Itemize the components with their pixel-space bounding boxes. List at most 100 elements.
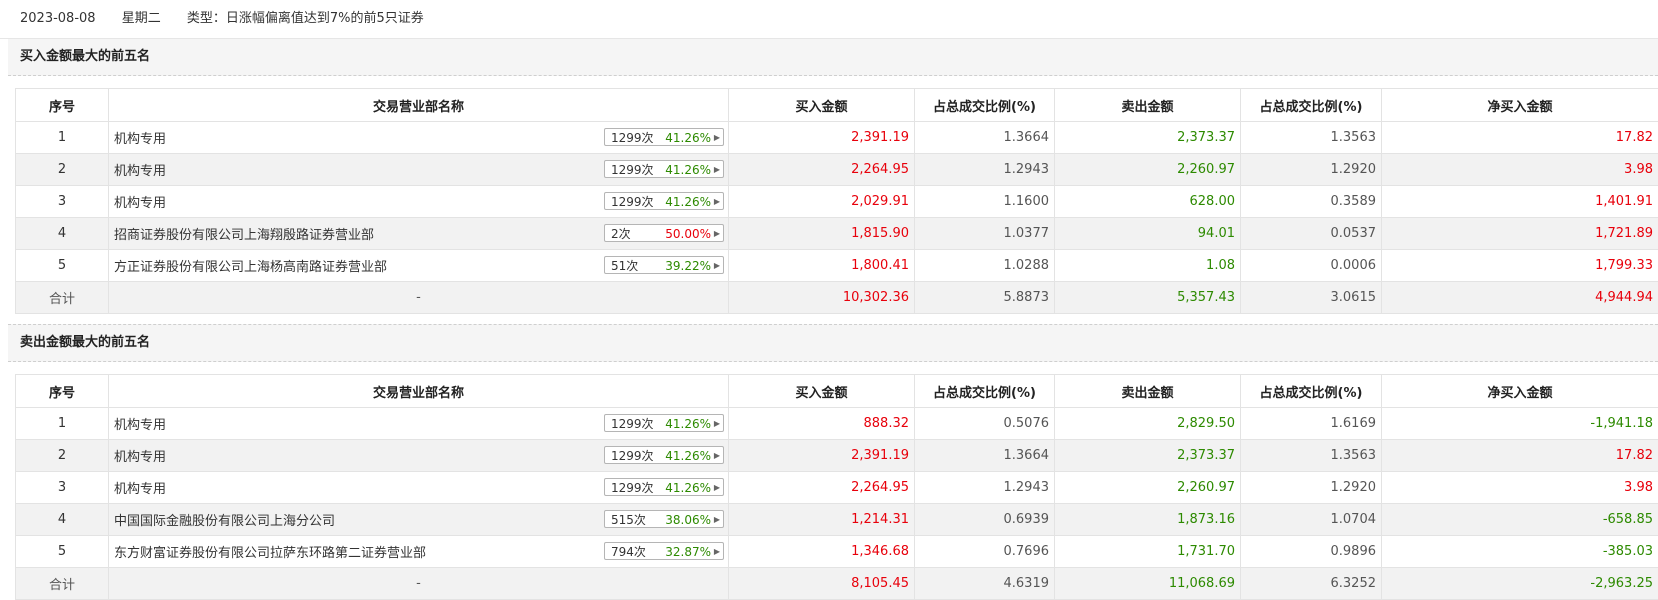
triangle-right-icon[interactable]: ▶	[714, 193, 720, 211]
broker-name[interactable]: 机构专用	[114, 196, 166, 211]
win-rate: 41.26%	[665, 415, 711, 433]
buy-amount-cell: 888.32	[729, 408, 915, 440]
table-row: 5方正证券股份有限公司上海杨高南路证券营业部51次39.22%▶1,800.41…	[16, 250, 1658, 282]
appearance-count: 794次	[611, 543, 646, 561]
total-name: -	[109, 568, 729, 600]
table-row: 2机构专用1299次41.26%▶2,264.951.29432,260.971…	[16, 154, 1658, 186]
triangle-right-icon[interactable]: ▶	[714, 225, 720, 243]
broker-name[interactable]: 机构专用	[114, 164, 166, 179]
buy-top5-table: 序号交易营业部名称买入金额占总成交比例(%)卖出金额占总成交比例(%)净买入金额…	[15, 88, 1658, 314]
triangle-right-icon[interactable]: ▶	[714, 415, 720, 433]
broker-name[interactable]: 机构专用	[114, 418, 166, 433]
weekday: 星期二	[122, 11, 161, 26]
table-header-row: 序号交易营业部名称买入金额占总成交比例(%)卖出金额占总成交比例(%)净买入金额	[16, 375, 1658, 408]
triangle-right-icon[interactable]: ▶	[714, 161, 720, 179]
net-buy-cell: 3.98	[1382, 472, 1658, 504]
win-rate: 41.26%	[665, 193, 711, 211]
broker-name[interactable]: 招商证券股份有限公司上海翔殷路证券营业部	[114, 228, 374, 243]
info-bar: 2023-08-08 星期二 类型：日涨幅偏离值达到7%的前5只证券	[0, 0, 1658, 39]
sell-ratio-cell: 1.2920	[1241, 154, 1382, 186]
broker-name-cell: 机构专用 1299次 41.26%▶	[109, 186, 729, 218]
broker-name[interactable]: 机构专用	[114, 132, 166, 147]
broker-stats-dropdown[interactable]: 51次39.22%▶	[604, 256, 724, 274]
buy-amount-cell: 2,029.91	[729, 186, 915, 218]
appearance-count: 2次	[611, 225, 631, 243]
buy-amount-cell: 1,815.90	[729, 218, 915, 250]
table-row: 1机构专用1299次41.26%▶888.320.50762,829.501.6…	[16, 408, 1658, 440]
buy-ratio-cell: 0.7696	[915, 536, 1055, 568]
broker-name-cell: 招商证券股份有限公司上海翔殷路证券营业部 2次50.00%▶	[109, 218, 729, 250]
broker-name[interactable]: 中国国际金融股份有限公司上海分公司	[114, 514, 335, 529]
sell-ratio-cell: 1.6169	[1241, 408, 1382, 440]
column-header: 占总成交比例(%)	[1241, 89, 1382, 122]
sell-amount-cell: 1,731.70	[1055, 536, 1241, 568]
net-buy-cell: -385.03	[1382, 536, 1658, 568]
broker-name[interactable]: 机构专用	[114, 450, 166, 465]
total-sell-ratio: 3.0615	[1241, 282, 1382, 314]
triangle-right-icon[interactable]: ▶	[714, 257, 720, 275]
win-rate: 32.87%	[665, 543, 711, 561]
rank-cell: 3	[16, 472, 109, 504]
broker-stats-dropdown[interactable]: 1299次41.26%▶	[604, 128, 724, 146]
appearance-count: 1299次	[611, 161, 654, 179]
sell-ratio-cell: 1.3563	[1241, 122, 1382, 154]
table-row: 5东方财富证券股份有限公司拉萨东环路第二证券营业部794次32.87%▶1,34…	[16, 536, 1658, 568]
rank-cell: 1	[16, 408, 109, 440]
broker-stats-dropdown[interactable]: 1299次 41.26%▶	[604, 478, 724, 496]
broker-name-cell: 中国国际金融股份有限公司上海分公司 515次38.06%▶	[109, 504, 729, 536]
total-row: 合计-10,302.365.88735,357.433.06154,944.94	[16, 282, 1658, 314]
triangle-right-icon[interactable]: ▶	[714, 479, 720, 497]
triangle-right-icon[interactable]: ▶	[714, 511, 720, 529]
sell-amount-cell: 1.08	[1055, 250, 1241, 282]
total-sell-ratio: 6.3252	[1241, 568, 1382, 600]
win-rate: 41.26%	[665, 129, 711, 147]
table-row: 2机构专用1299次41.26%▶2,391.191.36642,373.371…	[16, 440, 1658, 472]
sell-amount-cell: 2,260.97	[1055, 154, 1241, 186]
appearance-count: 515次	[611, 511, 646, 529]
broker-stats-dropdown[interactable]: 1299次41.26%▶	[604, 414, 724, 432]
net-buy-cell: -658.85	[1382, 504, 1658, 536]
win-rate: 41.26%	[665, 479, 711, 497]
triangle-right-icon[interactable]: ▶	[714, 447, 720, 465]
sell-amount-cell: 94.01	[1055, 218, 1241, 250]
buy-amount-cell: 2,391.19	[729, 122, 915, 154]
buy-ratio-cell: 1.3664	[915, 440, 1055, 472]
total-buy-ratio: 5.8873	[915, 282, 1055, 314]
trade-date: 2023-08-08	[20, 11, 96, 26]
broker-stats-dropdown[interactable]: 1299次41.26%▶	[604, 160, 724, 178]
appearance-count: 1299次	[611, 479, 654, 497]
broker-name[interactable]: 方正证券股份有限公司上海杨高南路证券营业部	[114, 260, 387, 275]
net-buy-cell: 3.98	[1382, 154, 1658, 186]
broker-stats-dropdown[interactable]: 2次50.00%▶	[604, 224, 724, 242]
table-row: 3机构专用1299次41.26%▶2,264.951.29432,260.971…	[16, 472, 1658, 504]
sell-ratio-cell: 0.0537	[1241, 218, 1382, 250]
column-header: 占总成交比例(%)	[915, 89, 1055, 122]
broker-name-cell: 机构专用 1299次41.26%▶	[109, 122, 729, 154]
broker-stats-dropdown[interactable]: 1299次41.26%▶	[604, 446, 724, 464]
triangle-right-icon[interactable]: ▶	[714, 543, 720, 561]
column-header: 占总成交比例(%)	[915, 375, 1055, 408]
net-buy-cell: 1,401.91	[1382, 186, 1658, 218]
sell-amount-cell: 1,873.16	[1055, 504, 1241, 536]
broker-stats-dropdown[interactable]: 1299次 41.26%▶	[604, 192, 724, 210]
sell-amount-cell: 2,373.37	[1055, 122, 1241, 154]
total-buy: 8,105.45	[729, 568, 915, 600]
total-sell: 11,068.69	[1055, 568, 1241, 600]
buy-ratio-cell: 1.2943	[915, 154, 1055, 186]
appearance-count: 1299次	[611, 193, 654, 211]
broker-stats-dropdown[interactable]: 515次38.06%▶	[604, 510, 724, 528]
broker-name[interactable]: 东方财富证券股份有限公司拉萨东环路第二证券营业部	[114, 546, 426, 561]
sell-ratio-cell: 1.3563	[1241, 440, 1382, 472]
rank-cell: 4	[16, 504, 109, 536]
broker-name-cell: 东方财富证券股份有限公司拉萨东环路第二证券营业部 794次 32.87%▶	[109, 536, 729, 568]
win-rate: 39.22%	[665, 257, 711, 275]
triangle-right-icon[interactable]: ▶	[714, 129, 720, 147]
sell-ratio-cell: 0.0006	[1241, 250, 1382, 282]
total-sell: 5,357.43	[1055, 282, 1241, 314]
broker-name-cell: 机构专用 1299次41.26%▶	[109, 440, 729, 472]
sell-amount-cell: 2,260.97	[1055, 472, 1241, 504]
broker-name[interactable]: 机构专用	[114, 482, 166, 497]
column-header: 买入金额	[729, 375, 915, 408]
broker-stats-dropdown[interactable]: 794次 32.87%▶	[604, 542, 724, 560]
total-buy-ratio: 4.6319	[915, 568, 1055, 600]
